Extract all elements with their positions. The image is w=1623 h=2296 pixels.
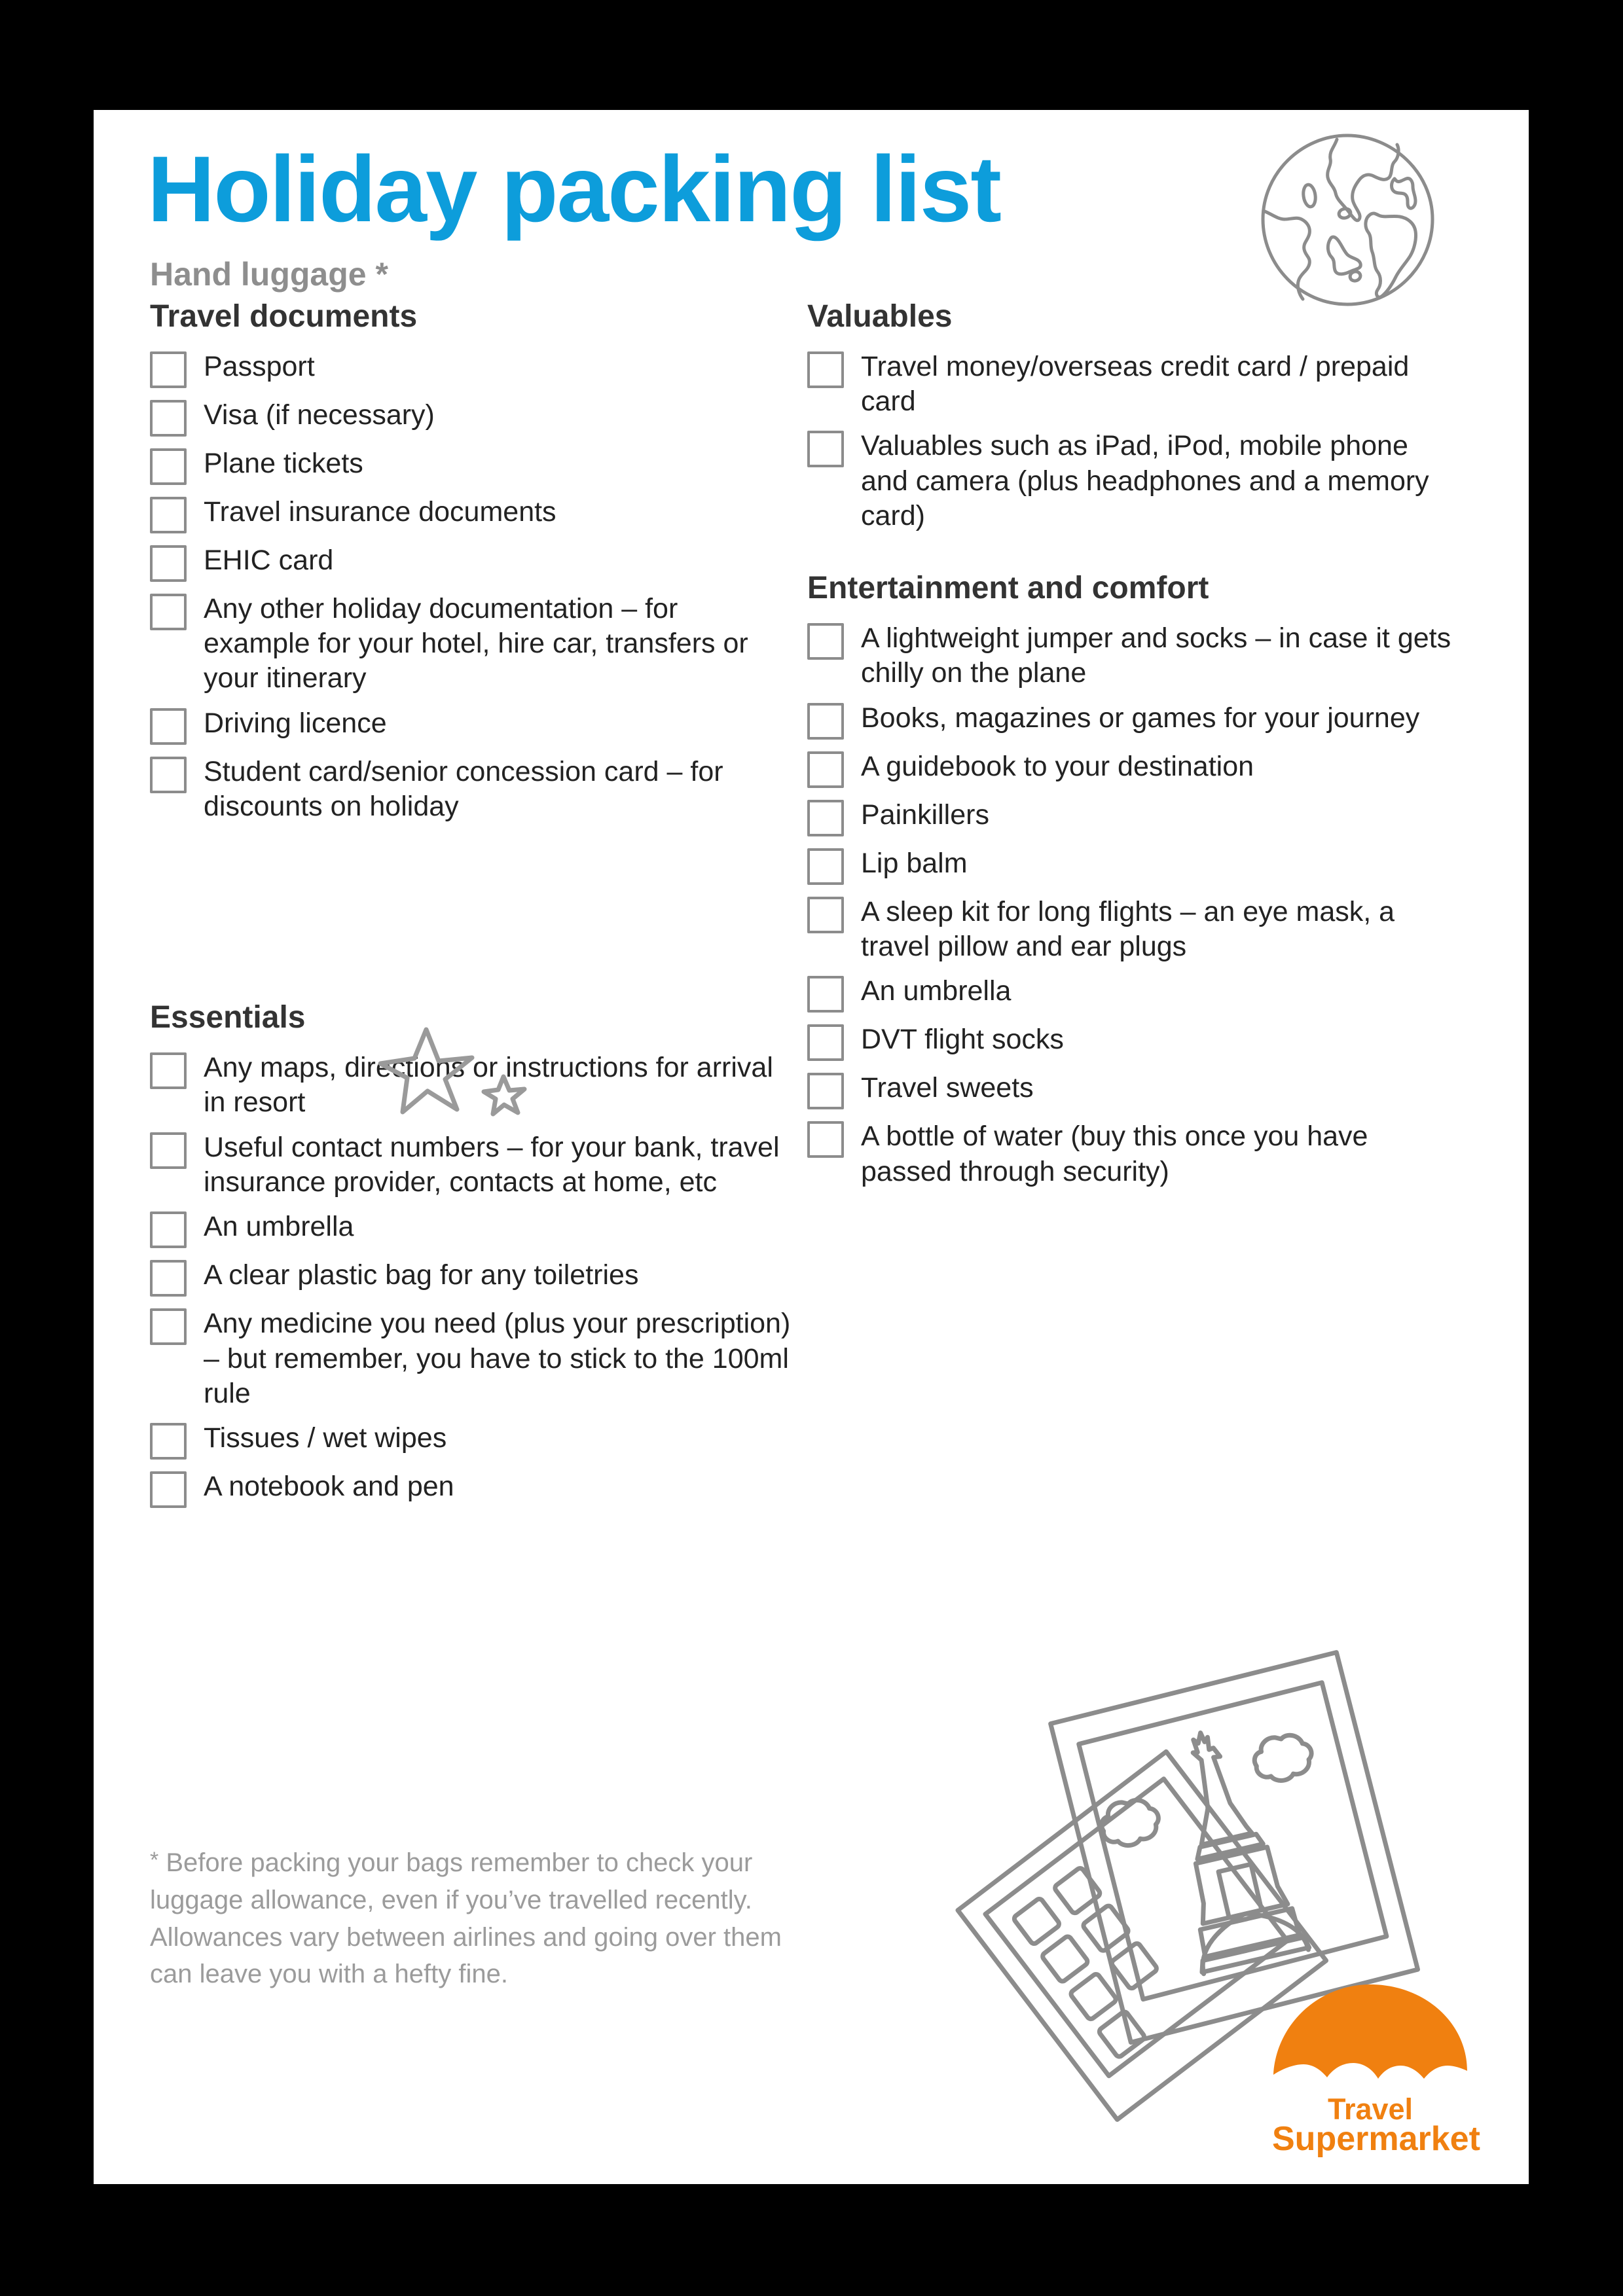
list-item-label: A notebook and pen	[204, 1471, 454, 1503]
list-item[interactable]: An umbrella	[807, 973, 1462, 1013]
list-item[interactable]: A notebook and pen	[150, 1469, 792, 1509]
checkbox[interactable]	[807, 1121, 844, 1158]
checkbox[interactable]	[807, 623, 844, 660]
checkbox[interactable]	[150, 1423, 187, 1460]
checkbox[interactable]	[807, 431, 844, 468]
list-item[interactable]: A lightweight jumper and socks – in case…	[807, 620, 1462, 691]
right-column: Valuables Travel money/overseas credit c…	[807, 299, 1462, 1198]
list-item[interactable]: Painkillers	[807, 797, 1462, 836]
list-item-label: A bottle of water (buy this once you hav…	[861, 1121, 1368, 1187]
list-item[interactable]: A sleep kit for long flights – an eye ma…	[807, 894, 1462, 965]
list-item[interactable]: A clear plastic bag for any toiletries	[150, 1257, 792, 1297]
checkbox[interactable]	[807, 1073, 844, 1110]
left-column: Travel documents Passport Visa (if neces…	[150, 299, 792, 1517]
list-item-label: Passport	[204, 350, 315, 382]
list-item-label: A lightweight jumper and socks – in case…	[861, 622, 1451, 689]
logo-line-2: Supermarket	[1272, 2120, 1480, 2159]
checkbox[interactable]	[807, 351, 844, 388]
list-item[interactable]: Valuables such as iPad, iPod, mobile pho…	[807, 428, 1462, 533]
list-item[interactable]: Any medicine you need (plus your prescri…	[150, 1306, 792, 1411]
checkbox[interactable]	[150, 593, 187, 630]
page-subtitle: Hand luggage *	[150, 256, 388, 293]
list-item[interactable]: Travel insurance documents	[150, 494, 792, 533]
list-item-label: DVT flight socks	[861, 1024, 1064, 1056]
umbrella-icon	[1273, 1984, 1467, 2079]
list-item[interactable]: Driving licence	[150, 706, 792, 745]
section-heading-entertainment-and-comfort: Entertainment and comfort	[807, 571, 1209, 606]
checklist-entertainment-and-comfort: A lightweight jumper and socks – in case…	[807, 620, 1462, 1189]
list-item-label: Valuables such as iPad, iPod, mobile pho…	[861, 430, 1429, 532]
list-item[interactable]: Lip balm	[807, 846, 1462, 885]
globe-icon	[1256, 128, 1439, 311]
list-item-label: EHIC card	[204, 544, 334, 576]
list-item-label: An umbrella	[204, 1211, 354, 1243]
footnote-text: Before packing your bags remember to che…	[150, 1848, 782, 1989]
list-item[interactable]: Student card/senior concession card – fo…	[150, 754, 792, 825]
checkbox[interactable]	[150, 1052, 187, 1090]
checkbox[interactable]	[150, 1132, 187, 1169]
checkbox[interactable]	[150, 1260, 187, 1297]
list-item[interactable]: An umbrella	[150, 1209, 792, 1249]
checkbox[interactable]	[150, 448, 187, 485]
checkbox[interactable]	[807, 848, 844, 885]
stars-icon	[375, 1023, 539, 1141]
checkbox[interactable]	[150, 756, 187, 793]
checkbox[interactable]	[150, 496, 187, 533]
checkbox[interactable]	[807, 751, 844, 788]
checkbox[interactable]	[807, 799, 844, 836]
list-item-label: Lip balm	[861, 847, 968, 879]
list-item-label: A guidebook to your destination	[861, 750, 1254, 782]
checkbox[interactable]	[807, 1024, 844, 1062]
section-heading-travel-documents: Travel documents	[150, 299, 418, 334]
checkbox[interactable]	[807, 896, 844, 933]
checkbox[interactable]	[150, 351, 187, 388]
checkbox[interactable]	[807, 702, 844, 740]
travelsupermarket-logo[interactable]: Travel Supermarket	[1272, 1982, 1480, 2172]
checkbox[interactable]	[150, 399, 187, 437]
logo-wordmark: Travel Supermarket	[1272, 2092, 1480, 2159]
checkbox[interactable]	[150, 1308, 187, 1346]
list-item-label: Driving licence	[204, 707, 387, 739]
list-item[interactable]: Any other holiday documentation – for ex…	[150, 591, 792, 696]
list-item-label: An umbrella	[861, 975, 1012, 1007]
checkbox[interactable]	[807, 976, 844, 1013]
footnote-marker: *	[150, 1848, 159, 1873]
list-item-label: Any other holiday documentation – for ex…	[204, 592, 748, 694]
list-item-label: Tissues / wet wipes	[204, 1422, 447, 1454]
page-title: Holiday packing list	[147, 137, 1002, 242]
list-item[interactable]: EHIC card	[150, 543, 792, 582]
section-heading-valuables: Valuables	[807, 299, 953, 334]
list-item[interactable]: A bottle of water (buy this once you hav…	[807, 1119, 1462, 1189]
list-item-label: Painkillers	[861, 798, 989, 831]
footnote: * Before packing your bags remember to c…	[150, 1844, 811, 1993]
list-item-label: Any medicine you need (plus your prescri…	[204, 1308, 791, 1410]
logo-line-1: Travel	[1327, 2092, 1413, 2126]
list-item[interactable]: Visa (if necessary)	[150, 397, 792, 437]
checklist-travel-documents: Passport Visa (if necessary) Plane ticke…	[150, 349, 792, 825]
list-item-label: Books, magazines or games for your journ…	[861, 702, 1420, 734]
checkbox[interactable]	[150, 1471, 187, 1509]
list-item-label: Visa (if necessary)	[204, 399, 435, 431]
list-item-label: A clear plastic bag for any toiletries	[204, 1259, 639, 1291]
list-item-label: Travel sweets	[861, 1072, 1034, 1104]
list-item-label: Travel insurance documents	[204, 495, 556, 528]
list-item[interactable]: Travel money/overseas credit card / prep…	[807, 349, 1462, 420]
list-item[interactable]: Books, magazines or games for your journ…	[807, 700, 1462, 740]
list-item-label: Plane tickets	[204, 447, 363, 479]
list-item[interactable]: Plane tickets	[150, 446, 792, 485]
list-item[interactable]: Tissues / wet wipes	[150, 1420, 792, 1460]
checkbox[interactable]	[150, 708, 187, 745]
checklist-valuables: Travel money/overseas credit card / prep…	[807, 349, 1462, 534]
list-item[interactable]: DVT flight socks	[807, 1022, 1462, 1062]
checkbox[interactable]	[150, 1211, 187, 1249]
list-item[interactable]: A guidebook to your destination	[807, 749, 1462, 788]
list-item[interactable]: Travel sweets	[807, 1070, 1462, 1110]
list-item-label: A sleep kit for long flights – an eye ma…	[861, 895, 1395, 963]
packing-list-page: Holiday packing list Hand luggage * Trav…	[94, 110, 1529, 2184]
list-item-label: Student card/senior concession card – fo…	[204, 755, 723, 823]
list-item-label: Travel money/overseas credit card / prep…	[861, 350, 1410, 418]
list-item[interactable]: Passport	[150, 349, 792, 388]
checkbox[interactable]	[150, 545, 187, 582]
